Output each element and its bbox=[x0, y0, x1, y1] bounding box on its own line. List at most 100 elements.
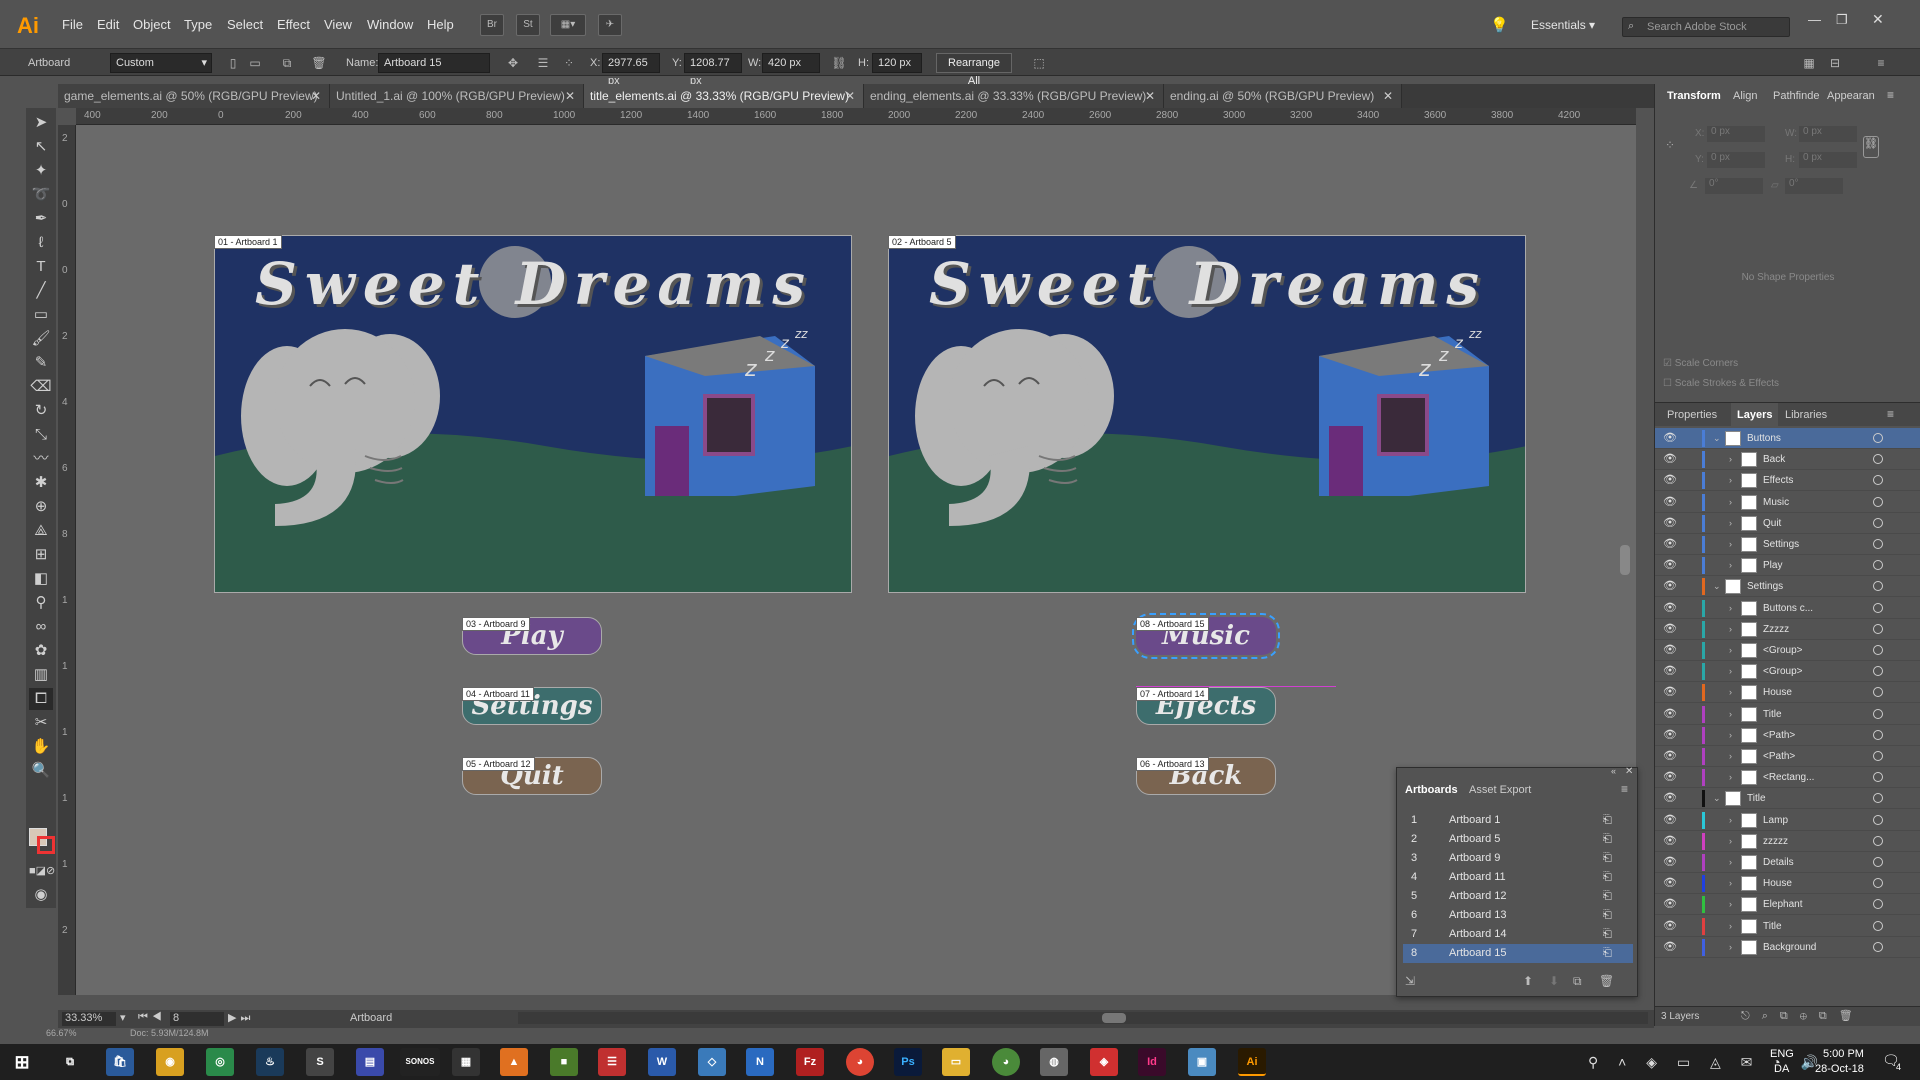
artboard-options-icon[interactable]: ⎗ bbox=[1603, 811, 1612, 830]
target-circle-icon[interactable] bbox=[1873, 878, 1883, 889]
rotate-input[interactable]: 0° bbox=[1705, 178, 1763, 194]
layer-row[interactable]: 👁 › Music bbox=[1655, 492, 1920, 513]
layer-row[interactable]: 👁 › <Path> bbox=[1655, 746, 1920, 767]
vlc-icon[interactable]: ▲ bbox=[500, 1048, 528, 1076]
target-circle-icon[interactable] bbox=[1873, 433, 1883, 443]
visibility-eye-icon[interactable]: 👁 bbox=[1663, 661, 1677, 682]
app-icon[interactable]: ◎ bbox=[206, 1048, 234, 1076]
target-circle-icon[interactable] bbox=[1873, 666, 1883, 677]
target-circle-icon[interactable] bbox=[1873, 857, 1883, 867]
selection-tool-icon[interactable]: ➤ bbox=[29, 112, 53, 134]
w-input[interactable]: 420 px bbox=[762, 53, 820, 73]
chevron-right-icon[interactable]: › bbox=[1729, 767, 1732, 788]
target-circle-icon[interactable] bbox=[1873, 454, 1883, 465]
layer-row[interactable]: 👁 ⌄ Buttons bbox=[1655, 428, 1920, 449]
chevron-right-icon[interactable]: › bbox=[1729, 470, 1732, 491]
rectangle-tool-icon[interactable]: ▭ bbox=[29, 304, 53, 326]
rotate-tool-icon[interactable]: ↻ bbox=[29, 400, 53, 422]
transform-h-input[interactable]: 0 px bbox=[1799, 152, 1857, 168]
tab-transform[interactable]: Transform bbox=[1661, 84, 1727, 108]
chevron-right-icon[interactable]: › bbox=[1729, 746, 1732, 767]
artboard-1[interactable]: z z z zz Sweet Dreams bbox=[214, 235, 852, 593]
visibility-eye-icon[interactable]: 👁 bbox=[1663, 576, 1677, 597]
layer-row[interactable]: 👁 › Lamp bbox=[1655, 810, 1920, 831]
visibility-eye-icon[interactable]: 👁 bbox=[1663, 725, 1677, 746]
layer-row[interactable]: 👁 › Buttons c... bbox=[1655, 598, 1920, 619]
stock-search[interactable]: ⌕ Search Adobe Stock bbox=[1622, 17, 1790, 37]
notes-icon[interactable]: ▤ bbox=[356, 1048, 384, 1076]
horizontal-ruler[interactable]: 400 200 0 200 400 600 800 1000 1200 1400 1600 1800 2… bbox=[76, 108, 1636, 125]
target-circle-icon[interactable] bbox=[1873, 539, 1883, 549]
layer-row[interactable]: 👁 › Title bbox=[1655, 916, 1920, 937]
zoom-input[interactable]: 33.33% bbox=[62, 1012, 116, 1026]
tab-asset-export[interactable]: Asset Export bbox=[1469, 784, 1531, 796]
stock-button[interactable]: St bbox=[516, 14, 540, 36]
tab-appearance[interactable]: Appearan bbox=[1821, 84, 1881, 108]
artboard-label[interactable]: 02 - Artboard 5 bbox=[888, 235, 956, 249]
close-tab-icon[interactable]: ✕ bbox=[845, 84, 855, 108]
chevron-down-icon[interactable]: ⌄ bbox=[1713, 576, 1721, 597]
visibility-eye-icon[interactable]: 👁 bbox=[1663, 767, 1677, 788]
magic-wand-icon[interactable]: ✦ bbox=[29, 160, 53, 182]
language-en[interactable]: ENG bbox=[1770, 1048, 1794, 1060]
chevron-right-icon[interactable]: › bbox=[1729, 640, 1732, 661]
new-artboard-icon[interactable]: ⧉ bbox=[278, 54, 296, 72]
target-circle-icon[interactable] bbox=[1873, 814, 1883, 825]
layer-row[interactable]: 👁 › Elephant bbox=[1655, 894, 1920, 916]
artboard-options-icon[interactable]: ⎗ bbox=[1603, 830, 1612, 849]
move-up-icon[interactable]: ⬆ bbox=[1523, 974, 1533, 988]
chevron-right-icon[interactable]: › bbox=[1729, 449, 1732, 470]
artboard-label[interactable]: 04 - Artboard 11 bbox=[462, 687, 534, 701]
artboard-5[interactable]: z z z zz Sweet Dreams bbox=[888, 235, 1526, 593]
target-circle-icon[interactable] bbox=[1873, 729, 1883, 740]
tab-game-elements[interactable]: game_elements.ai @ 50% (RGB/GPU Preview)… bbox=[58, 84, 330, 108]
visibility-eye-icon[interactable]: 👁 bbox=[1663, 492, 1677, 513]
panel-menu-icon[interactable]: ≡ bbox=[1887, 88, 1894, 102]
artboard-label[interactable]: 03 - Artboard 9 bbox=[462, 617, 530, 631]
task-view-icon[interactable]: ⧉ bbox=[56, 1048, 84, 1076]
layer-row[interactable]: 👁 › Zzzzz bbox=[1655, 619, 1920, 640]
chevron-right-icon[interactable]: › bbox=[1729, 916, 1732, 937]
app-icon[interactable]: ▣ bbox=[1188, 1048, 1216, 1076]
close-tab-icon[interactable]: ✕ bbox=[565, 84, 575, 108]
target-circle-icon[interactable] bbox=[1873, 751, 1883, 761]
close-icon[interactable]: ✕ bbox=[1872, 11, 1884, 28]
eraser-icon[interactable]: ⌫ bbox=[29, 376, 53, 398]
target-circle-icon[interactable] bbox=[1873, 941, 1883, 952]
artboard-label[interactable]: 05 - Artboard 12 bbox=[462, 757, 535, 771]
windows-start-icon[interactable]: ⊞ bbox=[8, 1048, 36, 1076]
visibility-eye-icon[interactable]: 👁 bbox=[1663, 810, 1677, 831]
chevron-right-icon[interactable]: › bbox=[1729, 873, 1732, 894]
pen-tool-icon[interactable]: ✒ bbox=[29, 208, 53, 230]
vertical-scrollbar[interactable] bbox=[1620, 545, 1630, 575]
arrange-documents-icon[interactable]: ▦▾ bbox=[550, 14, 586, 36]
symbol-sprayer-icon[interactable]: ✿ bbox=[29, 640, 53, 662]
menu-window[interactable]: Window bbox=[367, 14, 413, 36]
artboard-row[interactable]: 7 Artboard 14 ⎗ bbox=[1403, 925, 1633, 944]
visibility-eye-icon[interactable]: 👁 bbox=[1663, 598, 1677, 619]
menu-object[interactable]: Object bbox=[133, 14, 171, 36]
layer-row[interactable]: 👁 › Play bbox=[1655, 555, 1920, 577]
steam-icon[interactable]: ♨ bbox=[256, 1048, 284, 1076]
stroke-swatch[interactable] bbox=[37, 836, 55, 854]
layer-row[interactable]: 👁 ⌄ Settings bbox=[1655, 576, 1920, 598]
target-circle-icon[interactable] bbox=[1873, 496, 1883, 507]
x-input[interactable]: 2977.65 px bbox=[602, 53, 660, 87]
hand-tool-icon[interactable]: ✋ bbox=[29, 736, 53, 758]
photoshop-icon[interactable]: Ps bbox=[894, 1048, 922, 1076]
app-n-icon[interactable]: N bbox=[746, 1048, 774, 1076]
visibility-eye-icon[interactable]: 👁 bbox=[1663, 555, 1677, 576]
menu-edit[interactable]: Edit bbox=[97, 14, 119, 36]
color-mode-icon[interactable]: ■◪⊘ bbox=[29, 860, 55, 882]
artboard-row[interactable]: 4 Artboard 11 ⎗ bbox=[1403, 868, 1633, 887]
y-input[interactable]: 1208.77 px bbox=[684, 53, 742, 87]
blend-tool-icon[interactable]: ∞ bbox=[29, 616, 53, 638]
visibility-eye-icon[interactable]: 👁 bbox=[1663, 449, 1677, 470]
slice-tool-icon[interactable]: ✂ bbox=[29, 712, 53, 734]
tab-untitled[interactable]: Untitled_1.ai @ 100% (RGB/GPU Preview) ✕ bbox=[330, 84, 584, 108]
draw-mode-icon[interactable]: ◉ bbox=[29, 884, 53, 906]
layer-row[interactable]: 👁 › Effects bbox=[1655, 470, 1920, 492]
lasso-icon[interactable]: ➰ bbox=[29, 184, 53, 206]
delete-artboard-icon[interactable]: 🗑 bbox=[1599, 974, 1614, 988]
chevron-right-icon[interactable]: › bbox=[1729, 937, 1732, 958]
